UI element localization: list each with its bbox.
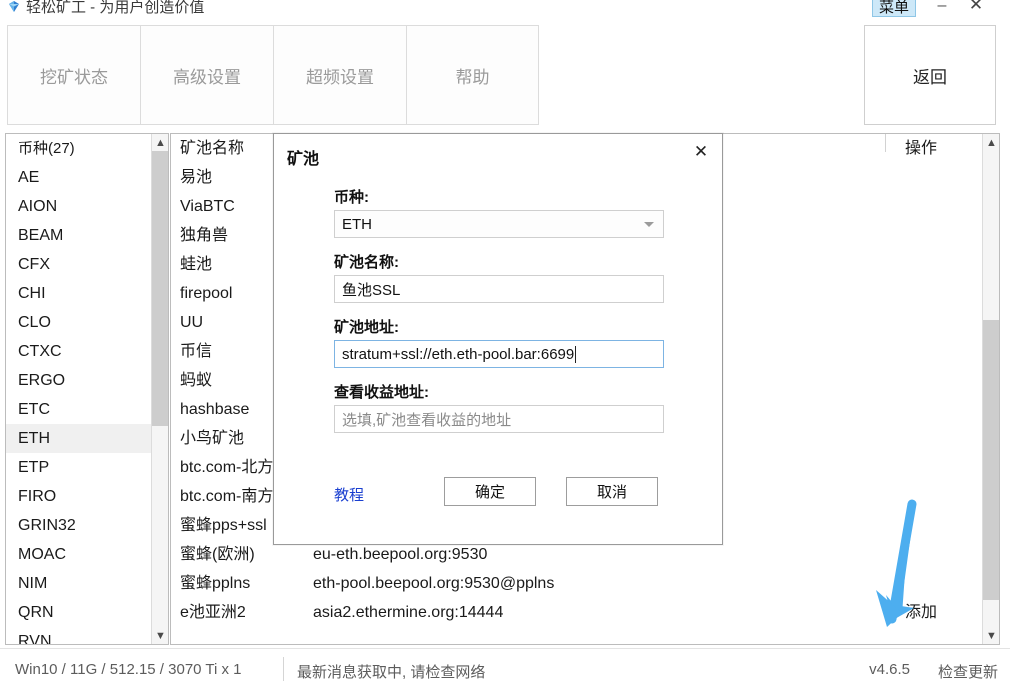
coin-list-item-ae[interactable]: AE [6, 163, 168, 192]
pool-add-button[interactable] [901, 482, 981, 511]
coin-list-item-nim[interactable]: NIM [6, 569, 168, 598]
pool-add-button[interactable] [901, 250, 981, 279]
status-message-text: 最新消息获取中, 请检查网络 [297, 664, 486, 681]
dialog-close-icon[interactable]: ✕ [690, 141, 712, 163]
column-divider [885, 134, 886, 152]
pool-add-button[interactable] [901, 279, 981, 308]
scrollbar-thumb[interactable] [983, 320, 999, 600]
coin-list-header: 币种(27) [18, 140, 75, 157]
revenue-address-placeholder: 选填,矿池查看收益的地址 [342, 411, 512, 429]
app-title: 轻松矿工 - 为用户创造价值 [26, 0, 205, 16]
system-info-text: Win10 / 11G / 512.15 / 3070 Ti x 1 [15, 661, 242, 678]
tab-advanced-settings[interactable]: 高级设置 [140, 25, 273, 125]
pool-dialog: 矿池 ✕ 币种: ETH 矿池名称: 鱼池SSL 矿池地址: stratum+s… [273, 133, 723, 545]
pool-name-cell[interactable]: e池亚洲2 [171, 598, 307, 627]
coin-list-item-etp[interactable]: ETP [6, 453, 168, 482]
coin-list-panel: 币种(27) AE AION BEAM CFX CHI CLO CTXC ERGO ETC ETH E… [5, 133, 169, 645]
coin-list-item-qrn[interactable]: QRN [6, 598, 168, 627]
pool-add-button[interactable] [901, 337, 981, 366]
coin-select-value: ETH [342, 215, 372, 233]
back-button[interactable]: 返回 [864, 25, 996, 125]
pool-address-input-value: stratum+ssl://eth.eth-pool.bar:6699 [342, 345, 575, 363]
coin-list: 币种(27) AE AION BEAM CFX CHI CLO CTXC ERGO ETC ETH E… [6, 134, 168, 644]
cancel-button[interactable]: 取消 [566, 477, 658, 506]
tutorial-link[interactable]: 教程 [334, 484, 364, 505]
gem-icon [9, 1, 19, 12]
revenue-address-input[interactable]: 选填,矿池查看收益的地址 [334, 405, 664, 433]
version-text: v4.6.5 [869, 661, 910, 678]
scroll-up-icon[interactable]: ▲ [983, 134, 999, 151]
scroll-down-icon[interactable]: ▼ [152, 627, 168, 644]
pool-add-button[interactable] [901, 453, 981, 482]
pool-add-button[interactable] [901, 540, 981, 569]
coin-list-item-aion[interactable]: AION [6, 192, 168, 221]
scroll-up-icon[interactable]: ▲ [152, 134, 168, 151]
dialog-title: 矿池 [287, 151, 320, 168]
coin-list-scrollbar[interactable]: ▲ ▼ [151, 134, 168, 644]
chevron-down-icon[interactable] [644, 222, 654, 227]
tab-strip: 挖矿状态 高级设置 超频设置 帮助 [7, 25, 539, 125]
coin-list-item-etc[interactable]: ETC [6, 395, 168, 424]
coin-list-item-rvn[interactable]: RVN [6, 627, 168, 644]
coin-list-item-ergo[interactable]: ERGO [6, 366, 168, 395]
status-divider [283, 657, 284, 681]
coin-list-item-grin32[interactable]: GRIN32 [6, 511, 168, 540]
pool-add-button[interactable] [901, 308, 981, 337]
revenue-address-field-label: 查看收益地址: [334, 384, 429, 401]
coin-list-item-cfx[interactable]: CFX [6, 250, 168, 279]
pool-add-button[interactable] [901, 395, 981, 424]
title-bar: 轻松矿工 - 为用户创造价值 菜单 – ✕ [0, 0, 1010, 18]
pool-add-button[interactable] [901, 192, 981, 221]
coin-select[interactable]: ETH [334, 210, 664, 238]
coin-list-item-moac[interactable]: MOAC [6, 540, 168, 569]
tab-overclock-settings[interactable]: 超频设置 [273, 25, 406, 125]
pool-address-cell[interactable]: asia2.ethermine.org:14444 [307, 598, 867, 627]
pool-add-button[interactable] [901, 569, 981, 598]
tab-mining-status[interactable]: 挖矿状态 [7, 25, 140, 125]
text-caret [575, 345, 577, 363]
pool-operation-header: 操作 [905, 140, 938, 157]
coin-list-item-firo[interactable]: FIRO [6, 482, 168, 511]
pool-add-button[interactable] [901, 221, 981, 250]
pool-address-input[interactable]: stratum+ssl://eth.eth-pool.bar:6699 [334, 340, 664, 368]
pool-add-button[interactable] [901, 511, 981, 540]
pool-add-button[interactable] [901, 424, 981, 453]
confirm-button[interactable]: 确定 [444, 477, 536, 506]
close-icon[interactable]: ✕ [962, 0, 990, 16]
scrollbar-thumb[interactable] [152, 151, 168, 426]
coin-list-item-eth[interactable]: ETH [6, 424, 168, 453]
pool-name-input-value: 鱼池SSL [342, 281, 401, 299]
pool-add-button[interactable] [901, 163, 981, 192]
pool-name-field-label: 矿池名称: [334, 254, 399, 271]
pool-address-field-label: 矿池地址: [334, 319, 399, 336]
check-update-button[interactable]: 检查更新 [938, 661, 998, 682]
pool-add-button[interactable]: 添加 [901, 598, 981, 627]
pool-add-button[interactable] [901, 366, 981, 395]
pool-table-scrollbar[interactable]: ▲ ▼ [982, 134, 999, 644]
minimize-icon[interactable]: – [928, 0, 956, 17]
coin-list-item-chi[interactable]: CHI [6, 279, 168, 308]
coin-field-label: 币种: [334, 189, 369, 206]
scroll-down-icon[interactable]: ▼ [983, 627, 999, 644]
menu-button[interactable]: 菜单 [872, 0, 916, 17]
pool-address-cell[interactable]: eth-pool.beepool.org:9530@pplns [307, 569, 867, 598]
tab-help[interactable]: 帮助 [406, 25, 539, 125]
coin-list-item-clo[interactable]: CLO [6, 308, 168, 337]
pool-operation-column: 操作添加 [901, 134, 981, 627]
coin-list-item-ctxc[interactable]: CTXC [6, 337, 168, 366]
pool-name-input[interactable]: 鱼池SSL [334, 275, 664, 303]
pool-name-cell[interactable]: 蜜蜂pplns [171, 569, 307, 598]
coin-list-item-beam[interactable]: BEAM [6, 221, 168, 250]
status-bar: Win10 / 11G / 512.15 / 3070 Ti x 1 最新消息获… [0, 648, 1010, 692]
